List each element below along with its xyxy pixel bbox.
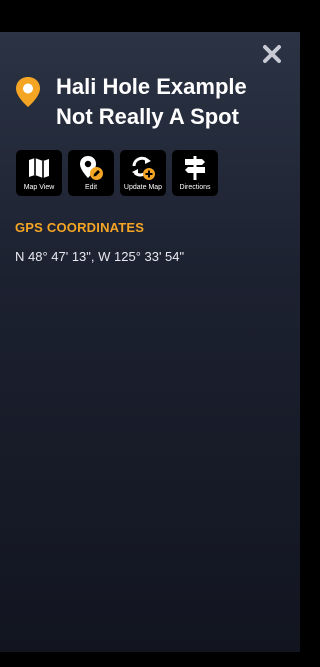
gps-coordinates-value: N 48° 47' 13", W 125° 33' 54" bbox=[15, 249, 185, 264]
spot-detail-panel: Hali Hole Example Not Really A Spot Map … bbox=[0, 32, 300, 652]
update-map-button[interactable]: Update Map bbox=[120, 150, 166, 196]
map-view-button[interactable]: Map View bbox=[16, 150, 62, 196]
map-icon bbox=[29, 158, 49, 178]
edit-button[interactable]: Edit bbox=[68, 150, 114, 196]
directions-button[interactable]: Directions bbox=[172, 150, 218, 196]
status-bar bbox=[0, 0, 300, 32]
gps-section-title: GPS COORDINATES bbox=[15, 220, 145, 235]
action-toolbar: Map View Edit Update Map Directions bbox=[16, 150, 218, 196]
map-view-label: Map View bbox=[23, 184, 55, 191]
signpost-icon bbox=[185, 156, 205, 180]
refresh-add-icon bbox=[132, 156, 155, 180]
update-map-label: Update Map bbox=[123, 184, 163, 191]
title-line-2: Not Really A Spot bbox=[56, 104, 239, 129]
close-button[interactable] bbox=[260, 42, 284, 66]
edit-label: Edit bbox=[84, 184, 98, 191]
directions-label: Directions bbox=[179, 184, 211, 191]
page-title: Hali Hole Example Not Really A Spot bbox=[56, 72, 286, 132]
location-pin-icon bbox=[15, 76, 41, 108]
edit-pin-icon bbox=[80, 156, 103, 180]
navigation-bar bbox=[0, 652, 300, 667]
close-icon bbox=[263, 45, 281, 63]
title-line-1: Hali Hole Example bbox=[56, 74, 247, 99]
